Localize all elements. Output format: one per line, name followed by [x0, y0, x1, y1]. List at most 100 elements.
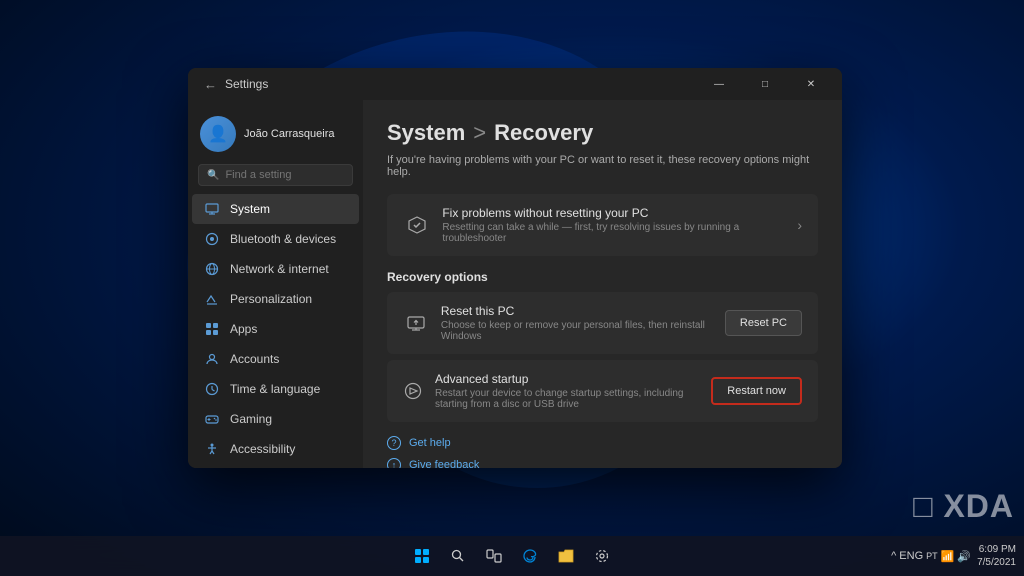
taskbar-right: ^ ENG PT 📶 🔊 6:09 PM 7/5/2021: [891, 543, 1016, 569]
network-icon: [204, 261, 220, 277]
fix-card-left: Fix problems without resetting your PC R…: [403, 206, 797, 244]
tray-arrow-icon[interactable]: ^: [891, 550, 896, 562]
give-feedback-icon: ↑: [387, 458, 401, 468]
sidebar-item-privacy[interactable]: Privacy & security: [192, 464, 359, 468]
sidebar-item-gaming[interactable]: Gaming: [192, 404, 359, 434]
taskbar-center: [406, 540, 618, 572]
sidebar-item-personalization[interactable]: Personalization: [192, 284, 359, 314]
maximize-button[interactable]: □: [742, 68, 788, 100]
sidebar-item-bluetooth[interactable]: Bluetooth & devices: [192, 224, 359, 254]
advanced-startup-left: Advanced startup Restart your device to …: [403, 372, 711, 410]
windows-logo-icon: [415, 549, 429, 563]
volume-icon: 🔊: [957, 550, 971, 563]
settings-window: ← Settings — □ ✕ 👤 João Carrasqueira 🔍: [188, 68, 842, 468]
window-controls: — □ ✕: [696, 68, 834, 100]
give-feedback-label: Give feedback: [409, 459, 479, 468]
personalization-icon: [204, 291, 220, 307]
sidebar-item-apps[interactable]: Apps: [192, 314, 359, 344]
sidebar-system-label: System: [230, 202, 270, 216]
start-button[interactable]: [406, 540, 438, 572]
sidebar-item-accessibility[interactable]: Accessibility: [192, 434, 359, 464]
apps-icon: [204, 321, 220, 337]
taskbar-search-button[interactable]: [442, 540, 474, 572]
sidebar-accounts-label: Accounts: [230, 352, 279, 366]
search-input[interactable]: [225, 169, 344, 181]
search-box[interactable]: 🔍: [198, 164, 353, 186]
advanced-startup-card: Advanced startup Restart your device to …: [387, 360, 818, 422]
sidebar-item-time[interactable]: Time & language: [192, 374, 359, 404]
reset-pc-left: Reset this PC Choose to keep or remove y…: [403, 304, 725, 342]
reset-pc-icon: [403, 309, 429, 337]
main-content: System > Recovery If you're having probl…: [363, 100, 842, 468]
get-help-label: Get help: [409, 437, 451, 449]
taskbar-explorer-button[interactable]: [550, 540, 582, 572]
advanced-startup-text: Advanced startup Restart your device to …: [435, 372, 711, 410]
fix-text-block: Fix problems without resetting your PC R…: [442, 206, 797, 244]
fix-problems-card[interactable]: Fix problems without resetting your PC R…: [387, 194, 818, 256]
taskbar-clock[interactable]: 6:09 PM 7/5/2021: [977, 543, 1016, 569]
fix-subtitle: Resetting can take a while — first, try …: [442, 222, 797, 244]
reset-pc-card: Reset this PC Choose to keep or remove y…: [387, 292, 818, 354]
accounts-icon: [204, 351, 220, 367]
advanced-startup-title: Advanced startup: [435, 372, 711, 386]
accessibility-icon: [204, 441, 220, 457]
taskbar-date-display: 7/5/2021: [977, 556, 1016, 569]
title-bar-left: ← Settings: [204, 77, 268, 92]
window-title: Settings: [225, 77, 268, 91]
reset-pc-subtitle: Choose to keep or remove your personal f…: [441, 320, 725, 342]
tray-lang-sub: PT: [926, 551, 938, 561]
get-help-link[interactable]: ? Get help: [387, 434, 818, 452]
advanced-startup-subtitle: Restart your device to change startup se…: [435, 388, 711, 410]
wifi-icon: 📶: [941, 550, 955, 563]
fix-chevron-icon: ›: [797, 217, 802, 233]
sidebar-item-network[interactable]: Network & internet: [192, 254, 359, 284]
reset-pc-button[interactable]: Reset PC: [725, 310, 802, 336]
sidebar-accessibility-label: Accessibility: [230, 442, 295, 456]
advanced-startup-icon: [403, 377, 423, 405]
taskbar-edge-button[interactable]: [514, 540, 546, 572]
sidebar-apps-label: Apps: [230, 322, 257, 336]
sidebar-item-system[interactable]: System: [192, 194, 359, 224]
reset-pc-title: Reset this PC: [441, 304, 725, 318]
reset-pc-text: Reset this PC Choose to keep or remove y…: [441, 304, 725, 342]
desktop: ← Settings — □ ✕ 👤 João Carrasqueira 🔍: [0, 0, 1024, 576]
avatar: 👤: [200, 116, 236, 152]
sidebar-gaming-label: Gaming: [230, 412, 272, 426]
sidebar-time-label: Time & language: [230, 382, 320, 396]
gaming-icon: [204, 411, 220, 427]
title-bar: ← Settings — □ ✕: [188, 68, 842, 100]
restart-now-button[interactable]: Restart now: [711, 377, 802, 405]
system-tray-icons: ^ ENG PT 📶 🔊: [891, 550, 971, 563]
taskbar-time-display: 6:09 PM: [979, 543, 1016, 556]
time-icon: [204, 381, 220, 397]
tray-lang-label: ENG: [899, 550, 923, 562]
breadcrumb-current: Recovery: [494, 120, 593, 146]
xda-watermark: □ XDA: [913, 484, 1014, 526]
help-links: ? Get help ↑ Give feedback: [387, 434, 818, 468]
window-body: 👤 João Carrasqueira 🔍 Syst: [188, 100, 842, 468]
taskbar-settings-button[interactable]: [586, 540, 618, 572]
sidebar-bluetooth-label: Bluetooth & devices: [230, 232, 336, 246]
fix-title: Fix problems without resetting your PC: [442, 206, 797, 220]
breadcrumb-parent: System: [387, 120, 465, 146]
fix-problems-icon: [403, 211, 430, 239]
sidebar: 👤 João Carrasqueira 🔍 Syst: [188, 100, 363, 468]
bluetooth-icon: [204, 231, 220, 247]
user-name: João Carrasqueira: [244, 128, 335, 140]
sidebar-personalization-label: Personalization: [230, 292, 312, 306]
minimize-button[interactable]: —: [696, 68, 742, 100]
breadcrumb: System > Recovery: [387, 120, 818, 146]
user-profile[interactable]: 👤 João Carrasqueira: [188, 108, 363, 160]
search-icon: 🔍: [207, 170, 219, 181]
breadcrumb-separator: >: [473, 120, 486, 146]
sidebar-item-accounts[interactable]: Accounts: [192, 344, 359, 374]
close-button[interactable]: ✕: [788, 68, 834, 100]
back-button[interactable]: ←: [204, 77, 217, 92]
give-feedback-link[interactable]: ↑ Give feedback: [387, 456, 818, 468]
page-description: If you're having problems with your PC o…: [387, 154, 818, 178]
task-view-button[interactable]: [478, 540, 510, 572]
system-icon: [204, 201, 220, 217]
sidebar-network-label: Network & internet: [230, 262, 329, 276]
recovery-section-title: Recovery options: [387, 270, 818, 284]
get-help-icon: ?: [387, 436, 401, 450]
